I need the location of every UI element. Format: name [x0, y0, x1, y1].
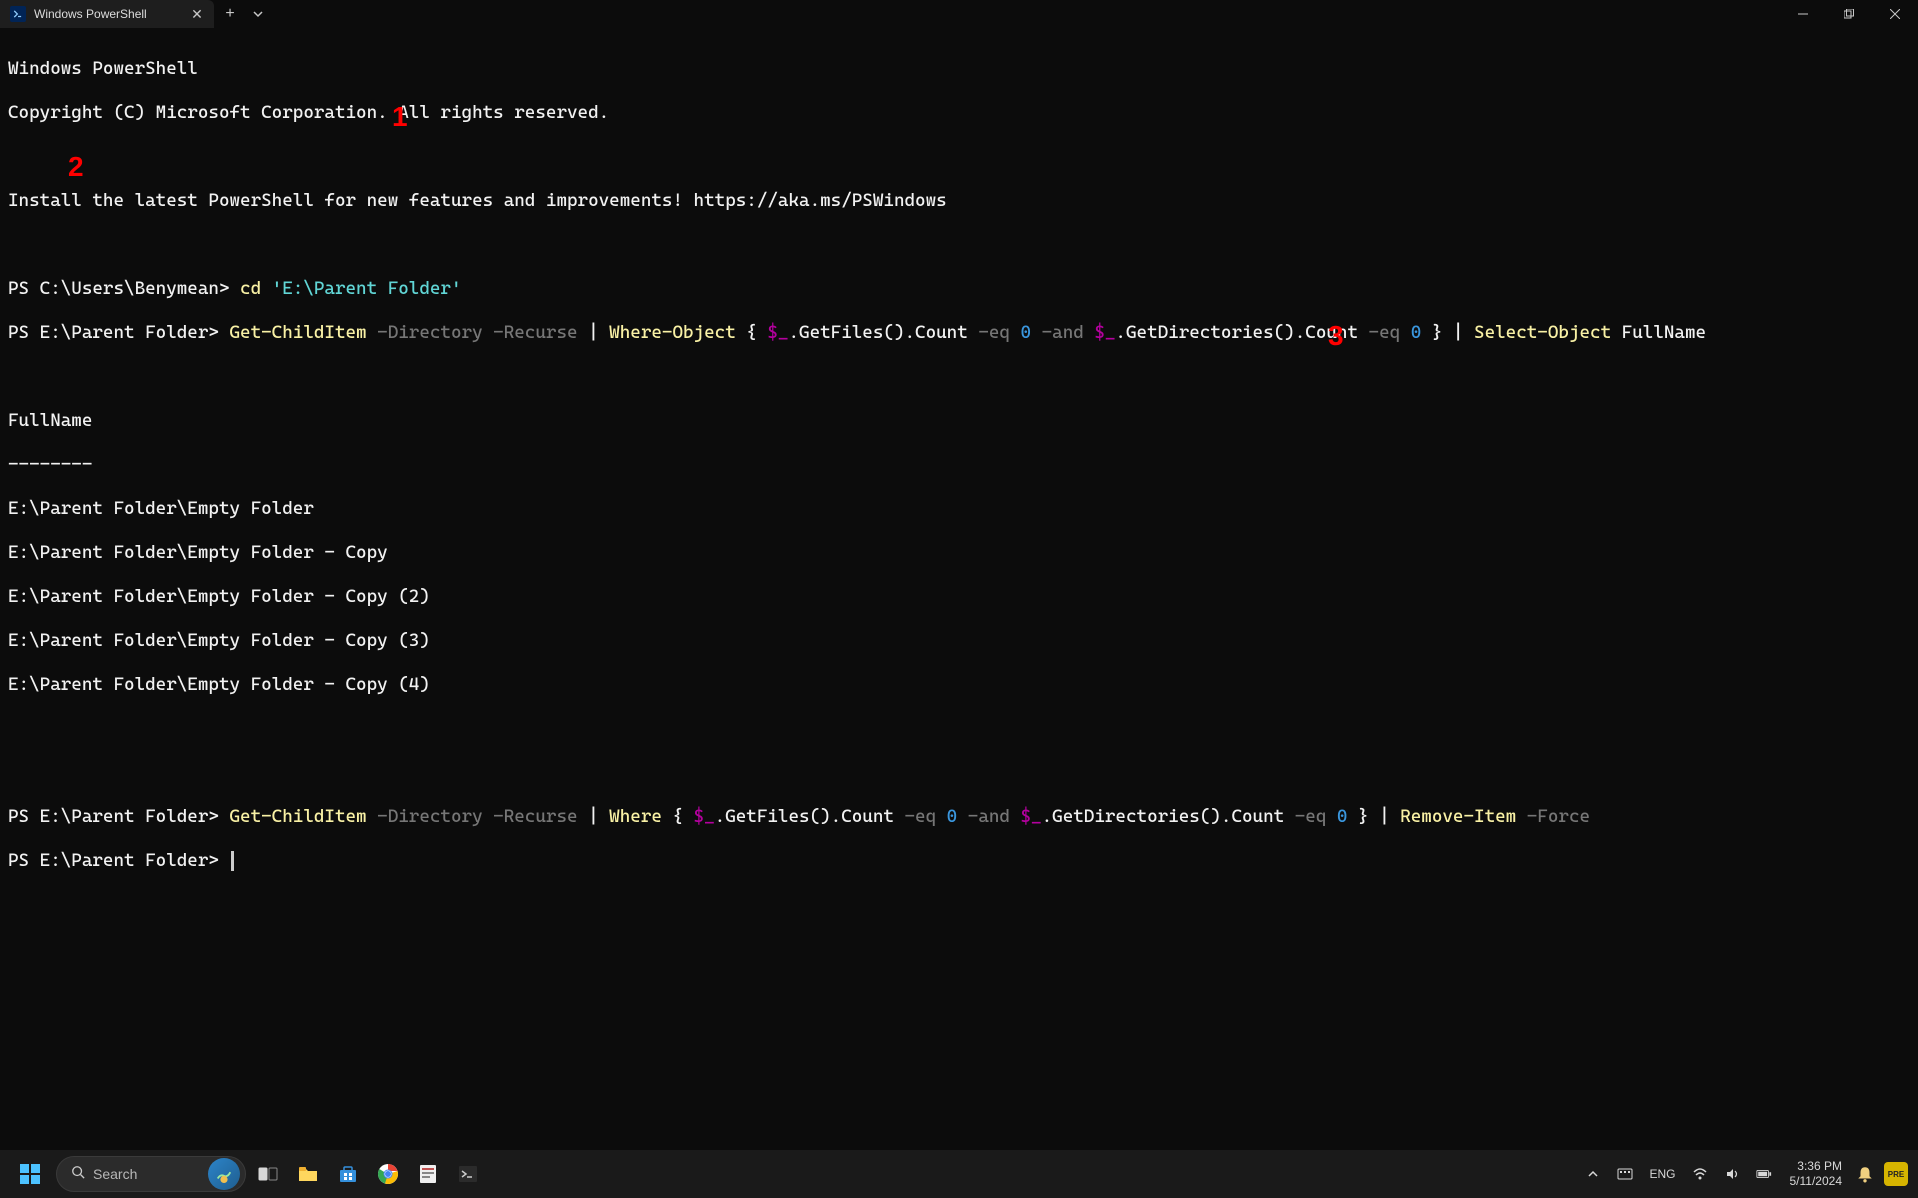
tab-title: Windows PowerShell: [34, 7, 188, 21]
tab-powershell[interactable]: Windows PowerShell ✕: [0, 0, 214, 28]
microsoft-store-button[interactable]: [328, 1154, 368, 1194]
notification-bell-icon[interactable]: [1854, 1154, 1876, 1194]
output-header: FullName: [8, 410, 1910, 432]
search-placeholder: Search: [93, 1166, 137, 1182]
new-tab-button[interactable]: +: [214, 0, 246, 28]
prompt-line-1: PS C:\Users\Benymean> cd 'E:\Parent Fold…: [8, 278, 1910, 300]
prompt-line-4: PS E:\Parent Folder>: [8, 850, 1910, 872]
tray-overflow-button[interactable]: [1579, 1154, 1607, 1194]
clock[interactable]: 3:36 PM 5/11/2024: [1782, 1159, 1851, 1189]
output-row: E:\Parent Folder\Empty Folder - Copy (3): [8, 630, 1910, 652]
task-view-button[interactable]: [248, 1154, 288, 1194]
banner-line: Copyright (C) Microsoft Corporation. All…: [8, 102, 1910, 124]
search-icon: [71, 1165, 85, 1184]
prompt-line-3: PS E:\Parent Folder> Get-ChildItem -Dire…: [8, 806, 1910, 828]
search-highlight-icon[interactable]: [208, 1158, 240, 1190]
battery-icon[interactable]: [1750, 1154, 1778, 1194]
output-row: E:\Parent Folder\Empty Folder - Copy (2): [8, 586, 1910, 608]
tab-dropdown-button[interactable]: [246, 0, 270, 28]
pinned-app-button[interactable]: [408, 1154, 448, 1194]
wifi-icon[interactable]: [1686, 1154, 1714, 1194]
close-button[interactable]: [1872, 0, 1918, 28]
banner-line: Windows PowerShell: [8, 58, 1910, 80]
clock-date: 5/11/2024: [1790, 1174, 1843, 1189]
tray-app-icon[interactable]: [1611, 1154, 1639, 1194]
banner-line: Install the latest PowerShell for new fe…: [8, 190, 1910, 212]
minimize-button[interactable]: [1780, 0, 1826, 28]
terminal-area[interactable]: Windows PowerShell Copyright (C) Microso…: [0, 28, 1918, 1150]
maximize-button[interactable]: [1826, 0, 1872, 28]
preview-badge[interactable]: PRE: [1884, 1162, 1908, 1186]
volume-icon[interactable]: [1718, 1154, 1746, 1194]
titlebar: Windows PowerShell ✕ +: [0, 0, 1918, 28]
language-indicator[interactable]: ENG: [1643, 1154, 1681, 1194]
output-row: E:\Parent Folder\Empty Folder: [8, 498, 1910, 520]
system-tray: ENG 3:36 PM 5/11/2024 PRE: [1579, 1154, 1908, 1194]
output-row: E:\Parent Folder\Empty Folder - Copy: [8, 542, 1910, 564]
taskbar: Search ENG: [0, 1150, 1918, 1198]
tab-close-button[interactable]: ✕: [188, 5, 206, 23]
powershell-icon: [10, 6, 26, 22]
file-explorer-button[interactable]: [288, 1154, 328, 1194]
clock-time: 3:36 PM: [1797, 1159, 1842, 1174]
cursor: [231, 851, 234, 871]
output-divider: --------: [8, 454, 1910, 476]
prompt-line-2: PS E:\Parent Folder> Get-ChildItem -Dire…: [8, 322, 1910, 344]
start-button[interactable]: [10, 1154, 50, 1194]
output-row: E:\Parent Folder\Empty Folder - Copy (4): [8, 674, 1910, 696]
chrome-button[interactable]: [368, 1154, 408, 1194]
terminal-app-button[interactable]: [448, 1154, 488, 1194]
window-controls: [1780, 0, 1918, 28]
